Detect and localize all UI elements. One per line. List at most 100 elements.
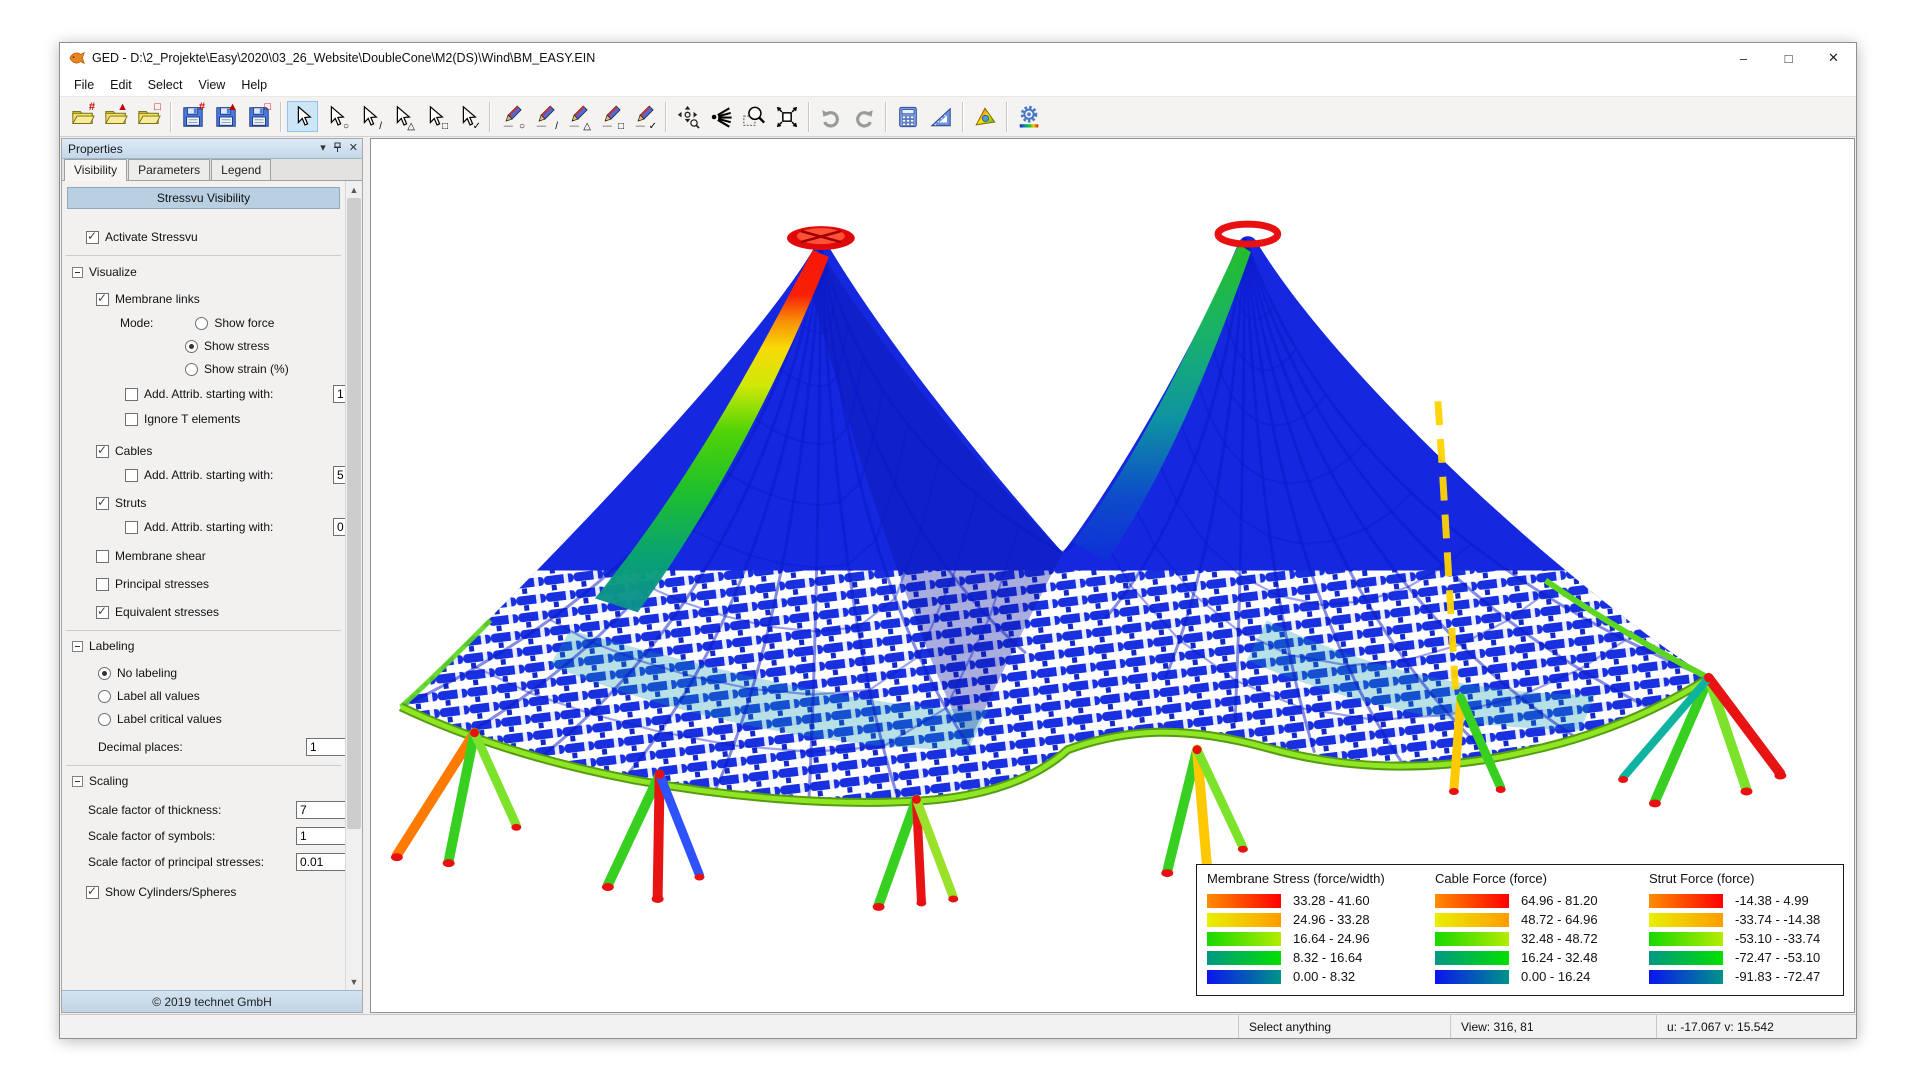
save-hash-button[interactable]: # [177,101,208,132]
panel-close-icon[interactable]: ✕ [349,143,358,154]
ignore-t-elements-label: Ignore T elements [144,412,240,426]
select-accept-button[interactable]: ✓ [452,101,483,132]
close-button[interactable]: ✕ [1811,43,1856,73]
draw-triangle-button[interactable]: △ [562,101,593,132]
show-strain-radio[interactable] [185,363,198,376]
menu-file[interactable]: File [66,75,102,95]
zoom-window-button[interactable] [738,101,769,132]
legend-column: Strut Force (force)-14.38 - 4.99-33.74 -… [1649,871,1839,986]
minimize-button[interactable]: – [1721,43,1766,73]
redo-button[interactable] [848,101,879,132]
scale-symbols-input[interactable] [296,827,352,845]
legend-row: 33.28 - 41.60 [1207,891,1435,910]
window-title: GED - D:\2_Projekte\Easy\2020\03_26_Webs… [92,51,595,65]
select-triangle-button[interactable]: △ [386,101,417,132]
activate-stressvu-checkbox[interactable] [86,231,99,244]
zoom-extents-button[interactable] [705,101,736,132]
stress-display-button[interactable] [969,101,1000,132]
cables-checkbox[interactable] [96,445,109,458]
draw-accept-button[interactable]: ✓ [628,101,659,132]
toolbar: #▲□#▲□○/△□✓○/△□✓ [60,97,1856,137]
status-message: Select anything [1238,1015,1450,1038]
undo-button[interactable] [815,101,846,132]
tab-parameters[interactable]: Parameters [128,159,210,180]
membrane-links-checkbox[interactable] [96,293,109,306]
open-hash-button[interactable]: # [67,101,98,132]
show-force-label: Show force [214,316,274,330]
scroll-down-icon[interactable]: ▼ [346,973,362,990]
legend-gradient-swatch [1207,932,1281,946]
menu-select[interactable]: Select [140,75,191,95]
stressvu-settings-button[interactable] [1013,101,1044,132]
scroll-up-icon[interactable]: ▲ [346,181,362,198]
calculator-button[interactable] [892,101,923,132]
show-stress-radio[interactable] [185,340,198,353]
legend-gradient-swatch [1207,913,1281,927]
labeling-collapse-icon[interactable] [72,641,83,652]
struts-add-attrib-checkbox[interactable] [125,521,138,534]
show-force-radio[interactable] [195,317,208,330]
visualize-collapse-icon[interactable] [72,267,83,278]
show-cylinders-checkbox[interactable] [86,886,99,899]
equivalent-stresses-checkbox[interactable] [96,606,109,619]
membrane-shear-checkbox[interactable] [96,550,109,563]
legend-column: Cable Force (force)64.96 - 81.2048.72 - … [1435,871,1649,986]
panel-scrollbar[interactable]: ▲ ▼ [345,181,362,990]
left-apex-ring [787,226,855,250]
mode-label: Mode: [120,316,153,330]
select-line-button[interactable]: / [353,101,384,132]
menu-view[interactable]: View [190,75,233,95]
ignore-t-elements-checkbox[interactable] [125,413,138,426]
measure-button[interactable] [925,101,956,132]
save-partial-button[interactable]: □ [243,101,274,132]
panel-menu-chevron-icon[interactable]: ▾ [320,143,326,154]
draw-point-button[interactable]: ○ [496,101,527,132]
scale-thickness-input[interactable] [296,801,352,819]
app-window: GED - D:\2_Projekte\Easy\2020\03_26_Webs… [59,42,1857,1039]
principal-stresses-checkbox[interactable] [96,578,109,591]
equivalent-stresses-label: Equivalent stresses [115,605,219,619]
legend-row: -53.10 - -33.74 [1649,929,1839,948]
no-labeling-radio[interactable] [98,667,111,680]
draw-quad-button[interactable]: □ [595,101,626,132]
tab-visibility[interactable]: Visibility [64,159,127,181]
label-critical-values-radio[interactable] [98,713,111,726]
open-insert-button[interactable]: ▲ [100,101,131,132]
menu-edit[interactable]: Edit [102,75,140,95]
scale-principal-input[interactable] [296,853,352,871]
open-partial-button[interactable]: □ [133,101,164,132]
menu-help[interactable]: Help [233,75,275,95]
select-quad-button[interactable]: □ [419,101,450,132]
marker-glyph: △ [583,122,591,132]
marker-glyph: ▲ [117,102,128,112]
label-all-values-radio[interactable] [98,690,111,703]
legend-row: 8.32 - 16.64 [1207,948,1435,967]
rotate-pan-view-button[interactable] [672,101,703,132]
scrollbar-thumb[interactable] [347,198,361,829]
panel-pin-icon[interactable] [333,142,342,156]
tab-legend[interactable]: Legend [211,159,271,180]
marker-glyph: ○ [343,122,349,132]
legend-range-label: -53.10 - -33.74 [1735,931,1820,946]
zoom-fit-button[interactable] [771,101,802,132]
draw-line-button[interactable]: / [529,101,560,132]
cables-add-attrib-checkbox[interactable] [125,469,138,482]
viewport-3d[interactable]: Membrane Stress (force/width)33.28 - 41.… [370,138,1855,1013]
scale-thickness-label: Scale factor of thickness: [88,803,221,817]
separator [66,255,341,256]
scaling-collapse-icon[interactable] [72,776,83,787]
toolbar-separator [665,102,666,132]
maximize-button[interactable]: □ [1766,43,1811,73]
properties-panel-titlebar[interactable]: Properties ▾ ✕ [62,139,362,159]
legend-row: 48.72 - 64.96 [1435,910,1649,929]
select-point-button[interactable]: ○ [320,101,351,132]
undo-icon [819,105,843,129]
legend-range-label: 8.32 - 16.64 [1293,950,1362,965]
struts-checkbox[interactable] [96,497,109,510]
show-strain-label: Show strain (%) [204,362,289,376]
save-insert-button[interactable]: ▲ [210,101,241,132]
select-pointer-button[interactable] [287,101,318,132]
membrane-add-attrib-label: Add. Attrib. starting with: [144,387,273,401]
membrane-add-attrib-checkbox[interactable] [125,388,138,401]
legend-row: -33.74 - -14.38 [1649,910,1839,929]
